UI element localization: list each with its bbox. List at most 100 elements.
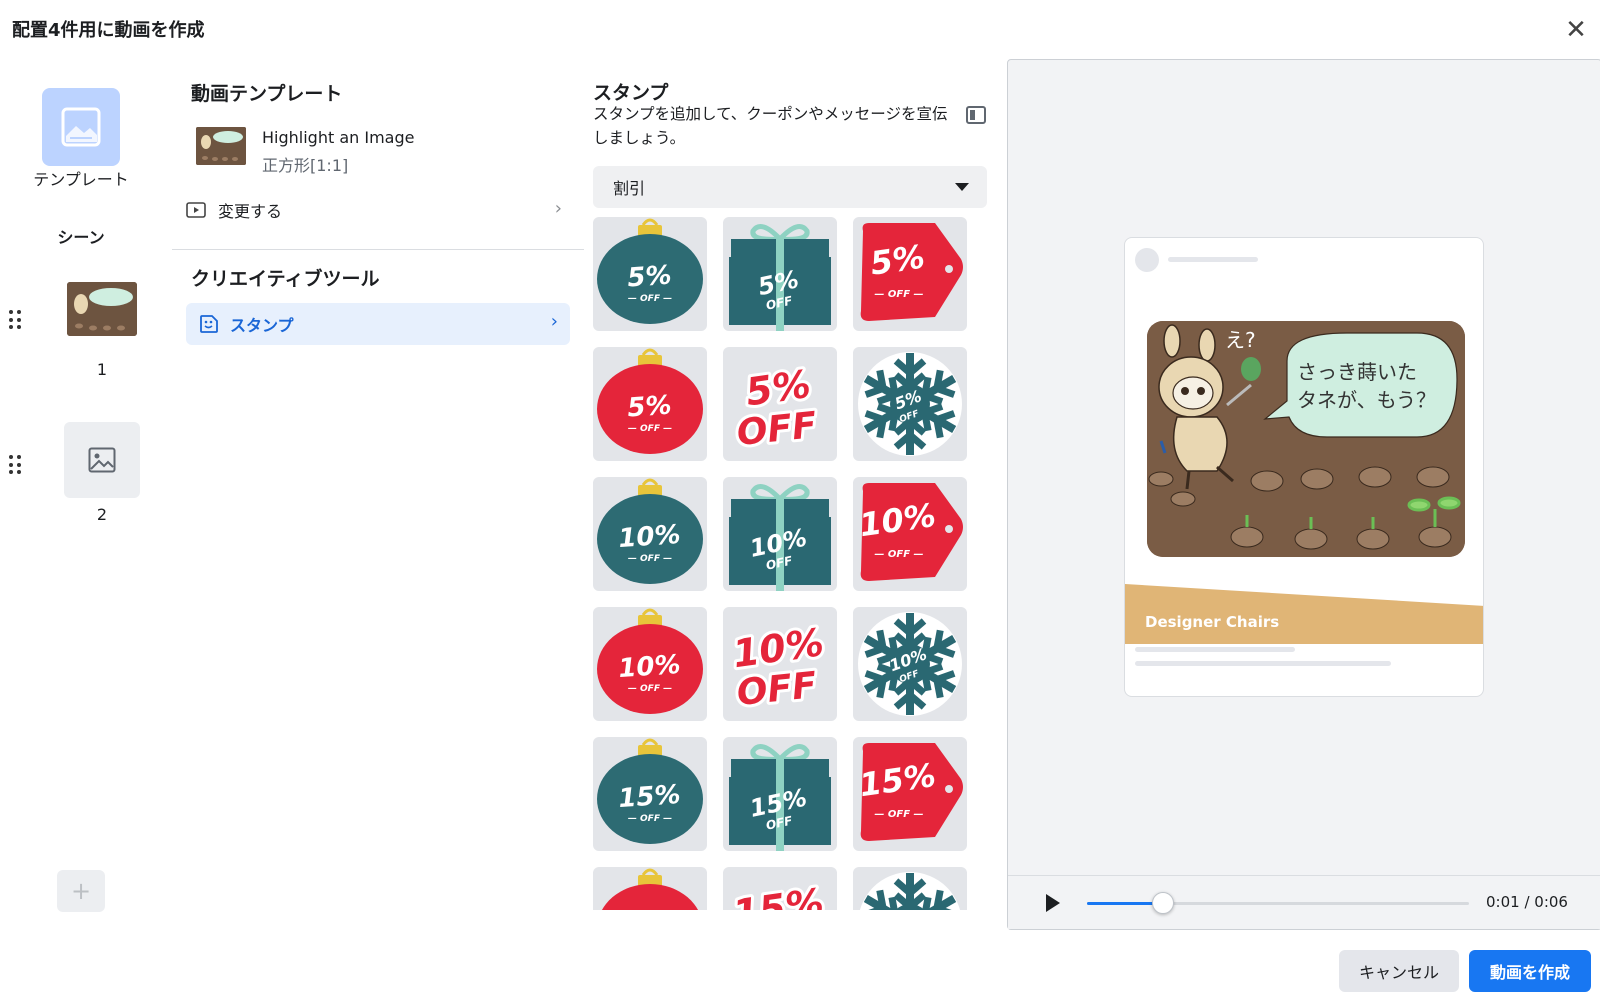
stamp-ornament[interactable]: 10% — OFF — bbox=[593, 477, 707, 591]
stamp-tool-item[interactable]: スタンプ › bbox=[186, 303, 570, 345]
scene-number: 1 bbox=[96, 360, 108, 379]
ad-image: え? さっき蒔いた タネが、もう？ bbox=[1147, 321, 1465, 557]
stamp-off: — OFF — bbox=[874, 289, 923, 300]
video-preview-panel: え? さっき蒔いた タネが、もう？ Designer Chairs 0:01 /… bbox=[1007, 59, 1600, 930]
speech-line-2: タネが、もう？ bbox=[1297, 388, 1436, 412]
text-placeholder bbox=[1135, 647, 1295, 652]
ornament-stamp-icon bbox=[601, 868, 699, 910]
image-template-icon bbox=[61, 107, 101, 147]
scene-number: 2 bbox=[96, 505, 108, 524]
dropdown-caret-icon bbox=[955, 183, 969, 191]
snowflake-stamp-icon: 10%OFF bbox=[858, 612, 962, 716]
template-tab-button[interactable] bbox=[42, 88, 120, 166]
stamp-percent: 15% bbox=[617, 780, 681, 814]
template-thumbnail bbox=[196, 127, 246, 165]
stamp-category-select[interactable]: 割引 bbox=[593, 166, 987, 208]
text-placeholder bbox=[1135, 661, 1391, 666]
scene-2-thumbnail[interactable] bbox=[64, 422, 140, 498]
tag-stamp-icon: 10%— OFF — bbox=[857, 483, 963, 581]
ornament-stamp-icon: 15%— OFF — bbox=[597, 738, 703, 844]
stamp-percent: 5% bbox=[868, 238, 927, 283]
stamp-off: — OFF — bbox=[628, 554, 672, 564]
stamp-off: — OFF — bbox=[628, 294, 672, 304]
template-ratio: 正方形[1:1] bbox=[262, 156, 349, 175]
tag-stamp-icon: 15%— OFF — bbox=[857, 743, 963, 841]
stamp-off: — OFF — bbox=[874, 549, 923, 560]
drag-handle-icon[interactable] bbox=[9, 310, 23, 330]
stamp-bold[interactable]: 5% OFF bbox=[723, 347, 837, 461]
stamp-ornament[interactable]: 15% — OFF — bbox=[593, 737, 707, 851]
sticker-icon bbox=[200, 315, 218, 333]
stamp-gift[interactable]: 10% OFF bbox=[723, 477, 837, 591]
ornament-stamp-icon: 10%— OFF — bbox=[597, 608, 703, 714]
create-video-button[interactable]: 動画を作成 bbox=[1469, 950, 1591, 992]
avatar-placeholder bbox=[1135, 248, 1159, 272]
stamp-snowflake[interactable]: 5% OFF bbox=[853, 347, 967, 461]
bold-stamp-icon: 15% bbox=[727, 877, 829, 910]
snowflake-stamp-icon bbox=[859, 872, 961, 910]
template-name: Highlight an Image bbox=[262, 128, 415, 147]
scene-1-thumbnail[interactable] bbox=[67, 282, 137, 336]
stamp-percent: 5% bbox=[626, 391, 672, 424]
chevron-right-icon: › bbox=[554, 198, 562, 219]
drag-handle-icon[interactable] bbox=[9, 455, 23, 475]
stamp-percent: 15% bbox=[730, 880, 826, 910]
stamp-gift[interactable]: 5% OFF bbox=[723, 217, 837, 331]
close-icon[interactable]: ✕ bbox=[1562, 16, 1590, 44]
stamp-tag[interactable]: 15% — OFF — bbox=[853, 737, 967, 851]
category-value: 割引 bbox=[613, 179, 646, 198]
template-image bbox=[196, 127, 246, 165]
stamp-percent: 10% bbox=[617, 650, 681, 684]
ornament-stamp-icon: 5%— OFF — bbox=[597, 218, 703, 324]
section-divider bbox=[172, 249, 584, 250]
stamp-tag[interactable]: 10% — OFF — bbox=[853, 477, 967, 591]
stamp-off: OFF bbox=[735, 665, 819, 714]
stamp-tag[interactable]: 5% — OFF — bbox=[853, 217, 967, 331]
stamp-bold[interactable]: 10% OFF bbox=[723, 607, 837, 721]
progress-knob[interactable] bbox=[1152, 892, 1175, 914]
panel-toggle-icon[interactable] bbox=[966, 106, 986, 124]
chevron-right-icon: › bbox=[550, 311, 558, 332]
stamp-snowflake[interactable]: 10% OFF bbox=[853, 607, 967, 721]
stamp-ornament[interactable]: 5% — OFF — bbox=[593, 347, 707, 461]
change-template-button[interactable]: 変更する › bbox=[186, 196, 572, 224]
stamp-heading: スタンプ bbox=[593, 82, 669, 104]
cta-text: Designer Chairs bbox=[1145, 613, 1280, 631]
stamp-ornament[interactable]: 5% — OFF — bbox=[593, 217, 707, 331]
snowflake-stamp-icon: 5%OFF bbox=[858, 352, 962, 456]
video-template-heading: 動画テンプレート bbox=[191, 83, 343, 105]
stamp-off: — OFF — bbox=[628, 684, 672, 694]
ornament-stamp-icon: 5%— OFF — bbox=[597, 348, 703, 454]
stamp-bold[interactable]: 15% bbox=[723, 867, 837, 910]
gift-stamp-icon: 10%OFF bbox=[729, 484, 831, 591]
template-tab-label: テンプレート bbox=[33, 170, 129, 189]
image-placeholder-icon bbox=[88, 447, 116, 473]
time-display: 0:01 / 0:06 bbox=[1486, 893, 1568, 911]
scene-image bbox=[67, 282, 137, 336]
change-template-label: 変更する bbox=[218, 202, 283, 221]
dialog-title: 配置4件用に動画を作成 bbox=[12, 20, 205, 41]
ornament-stamp-icon: 10%— OFF — bbox=[597, 478, 703, 584]
stamp-ornament[interactable]: 10% — OFF — bbox=[593, 607, 707, 721]
ad-preview-card: え? さっき蒔いた タネが、もう？ Designer Chairs bbox=[1124, 237, 1484, 697]
stamp-percent: 10% bbox=[617, 520, 681, 554]
bold-stamp-icon: 10%OFF bbox=[727, 617, 829, 717]
tag-stamp-icon: 5% — OFF — bbox=[860, 223, 963, 321]
stamp-off: — OFF — bbox=[874, 809, 923, 820]
add-scene-button[interactable]: + bbox=[57, 870, 105, 912]
progress-track[interactable] bbox=[1087, 892, 1469, 914]
text-placeholder bbox=[1168, 257, 1258, 262]
stamp-off: — OFF — bbox=[628, 424, 672, 434]
cancel-button[interactable]: キャンセル bbox=[1339, 950, 1459, 992]
stamp-gift[interactable]: 15% OFF bbox=[723, 737, 837, 851]
stamp-off: OFF bbox=[735, 405, 819, 454]
stamp-off: — OFF — bbox=[628, 814, 672, 824]
stamp-ornament[interactable] bbox=[593, 867, 707, 910]
play-icon[interactable] bbox=[1046, 894, 1060, 912]
video-icon bbox=[186, 202, 206, 218]
playback-controls: 0:01 / 0:06 bbox=[1008, 875, 1600, 929]
speech-line-1: さっき蒔いた bbox=[1297, 360, 1417, 384]
stamp-description: スタンプを追加して、クーポンやメッセージを宣伝しましょう。 bbox=[593, 105, 948, 147]
gift-stamp-icon: 5%OFF bbox=[729, 224, 831, 331]
stamp-snowflake[interactable] bbox=[853, 867, 967, 910]
